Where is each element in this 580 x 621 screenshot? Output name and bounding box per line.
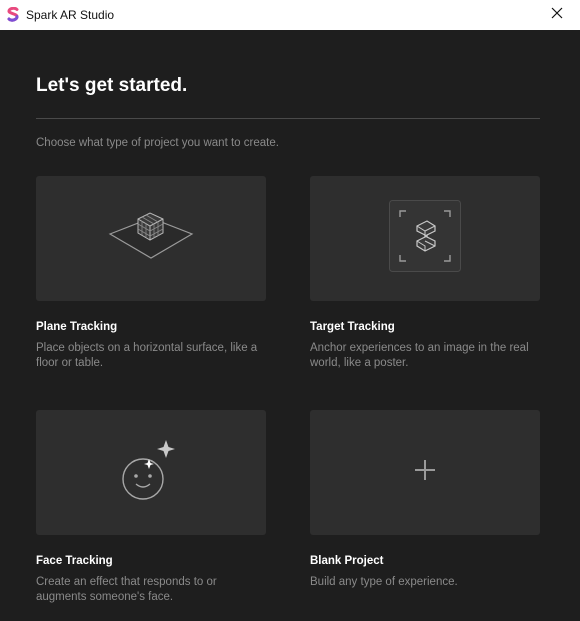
blank-project-thumbnail[interactable] [310, 410, 540, 535]
card-description: Anchor experiences to an image in the re… [310, 342, 529, 369]
card-title: Face Tracking [36, 555, 113, 567]
window-titlebar: Spark AR Studio [0, 0, 580, 30]
face-sparkle-icon [121, 438, 181, 507]
face-tracking-card[interactable]: Face Tracking Create an effect that resp… [36, 410, 266, 605]
page-title: Let's get started. [36, 75, 188, 96]
card-title: Blank Project [310, 555, 384, 567]
cube-on-plane-icon [108, 209, 194, 268]
target-tracking-card[interactable]: Target Tracking Anchor experiences to an… [310, 176, 540, 371]
close-icon [551, 6, 563, 24]
page-subtitle: Choose what type of project you want to … [36, 137, 279, 149]
card-description: Place objects on a horizontal surface, l… [36, 342, 258, 369]
card-description: Build any type of experience. [310, 576, 458, 588]
plane-tracking-card[interactable]: Plane Tracking Place objects on a horizo… [36, 176, 266, 371]
face-tracking-thumbnail[interactable] [36, 410, 266, 535]
plus-icon [414, 459, 436, 486]
target-tracking-thumbnail[interactable] [310, 176, 540, 301]
card-title: Plane Tracking [36, 321, 118, 333]
close-button[interactable] [534, 0, 580, 30]
plane-tracking-thumbnail[interactable] [36, 176, 266, 301]
target-frame-icon [389, 200, 461, 277]
divider [36, 118, 540, 119]
window-title: Spark AR Studio [26, 8, 115, 22]
spark-ar-logo-icon [6, 6, 20, 23]
card-description: Create an effect that responds to or aug… [36, 576, 217, 603]
card-title: Target Tracking [310, 321, 395, 333]
blank-project-card[interactable]: Blank Project Build any type of experien… [310, 410, 540, 590]
